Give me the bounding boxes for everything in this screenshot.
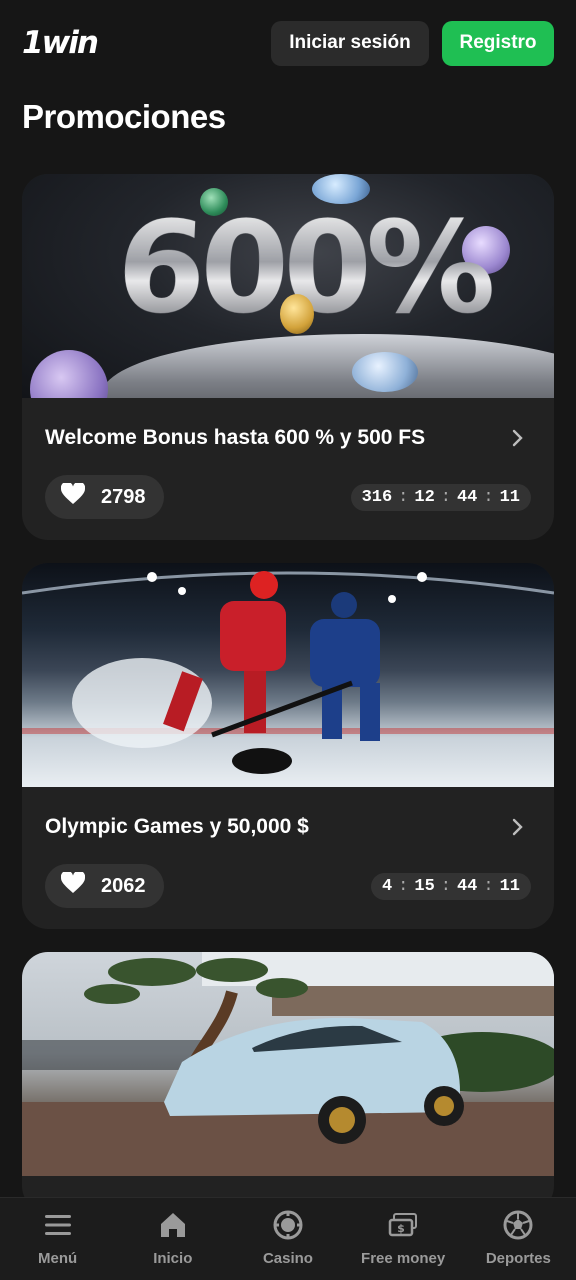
register-button[interactable]: Registro <box>442 20 554 66</box>
bottom-navigation: Menú Inicio Casino $ Free money Deportes <box>0 1197 576 1280</box>
nav-item-menu[interactable]: Menú <box>0 1198 115 1267</box>
bitcoin-coin-icon <box>280 294 314 334</box>
like-count: 2798 <box>101 485 146 508</box>
timer-seconds: 11 <box>499 877 520 896</box>
nav-item-casino[interactable]: Casino <box>230 1198 345 1267</box>
timer-hours: 12 <box>414 488 435 507</box>
home-icon <box>158 1210 188 1240</box>
timer-days: 316 <box>361 488 393 507</box>
countdown-timer: 316: 12: 44: 11 <box>350 484 531 511</box>
like-count: 2062 <box>101 874 146 897</box>
heart-icon <box>60 870 86 900</box>
promo-banner-image: 600% <box>22 174 554 398</box>
page-title: Promociones <box>22 98 226 135</box>
timer-days: 4 <box>381 877 393 896</box>
money-icon: $ <box>388 1210 418 1240</box>
nav-item-sports[interactable]: Deportes <box>461 1198 576 1267</box>
nav-label: Inicio <box>153 1250 193 1267</box>
timer-minutes: 44 <box>456 488 478 507</box>
nav-label: Casino <box>262 1250 313 1267</box>
timer-minutes: 44 <box>456 877 478 896</box>
brand-logo[interactable]: 1win <box>22 25 99 61</box>
nav-item-free-money[interactable]: $ Free money <box>346 1198 461 1267</box>
soccer-ball-icon <box>503 1210 533 1240</box>
nav-label: Deportes <box>485 1250 551 1267</box>
timer-hours: 15 <box>414 877 435 896</box>
promo-title: Olympic Games y 50,000 $ <box>45 815 309 838</box>
promo-banner-image <box>22 952 554 1176</box>
login-button[interactable]: Iniciar sesión <box>271 20 429 66</box>
promo-banner-image <box>22 563 554 787</box>
banner-podium <box>102 334 554 398</box>
nav-label: Free money <box>361 1250 446 1267</box>
promo-card-olympic-games[interactable]: Olympic Games y 50,000 $ 2062 4: 15: 44:… <box>22 563 554 929</box>
countdown-timer: 4: 15: 44: 11 <box>370 873 531 900</box>
promo-card-welcome-bonus[interactable]: 600% Welcome Bonus hasta 600 % y 500 FS … <box>22 174 554 540</box>
header: 1win Iniciar sesión Registro <box>0 0 576 86</box>
svg-text:$: $ <box>397 1222 405 1235</box>
coin-icon <box>352 352 418 392</box>
promo-title: Welcome Bonus hasta 600 % y 500 FS <box>45 426 426 449</box>
nav-item-home[interactable]: Inicio <box>115 1198 230 1267</box>
menu-icon <box>43 1210 73 1240</box>
casino-chip-icon <box>273 1210 303 1240</box>
chevron-right-icon[interactable] <box>508 428 528 448</box>
coin-icon <box>30 350 108 398</box>
timer-seconds: 11 <box>499 488 520 507</box>
nav-label: Menú <box>38 1250 78 1267</box>
heart-icon <box>60 481 86 511</box>
like-button[interactable]: 2062 <box>45 864 164 908</box>
chevron-right-icon[interactable] <box>508 817 528 837</box>
like-button[interactable]: 2798 <box>45 475 164 519</box>
promo-card-car[interactable] <box>22 952 554 1212</box>
bonus-banner-text: 600% <box>111 196 542 344</box>
